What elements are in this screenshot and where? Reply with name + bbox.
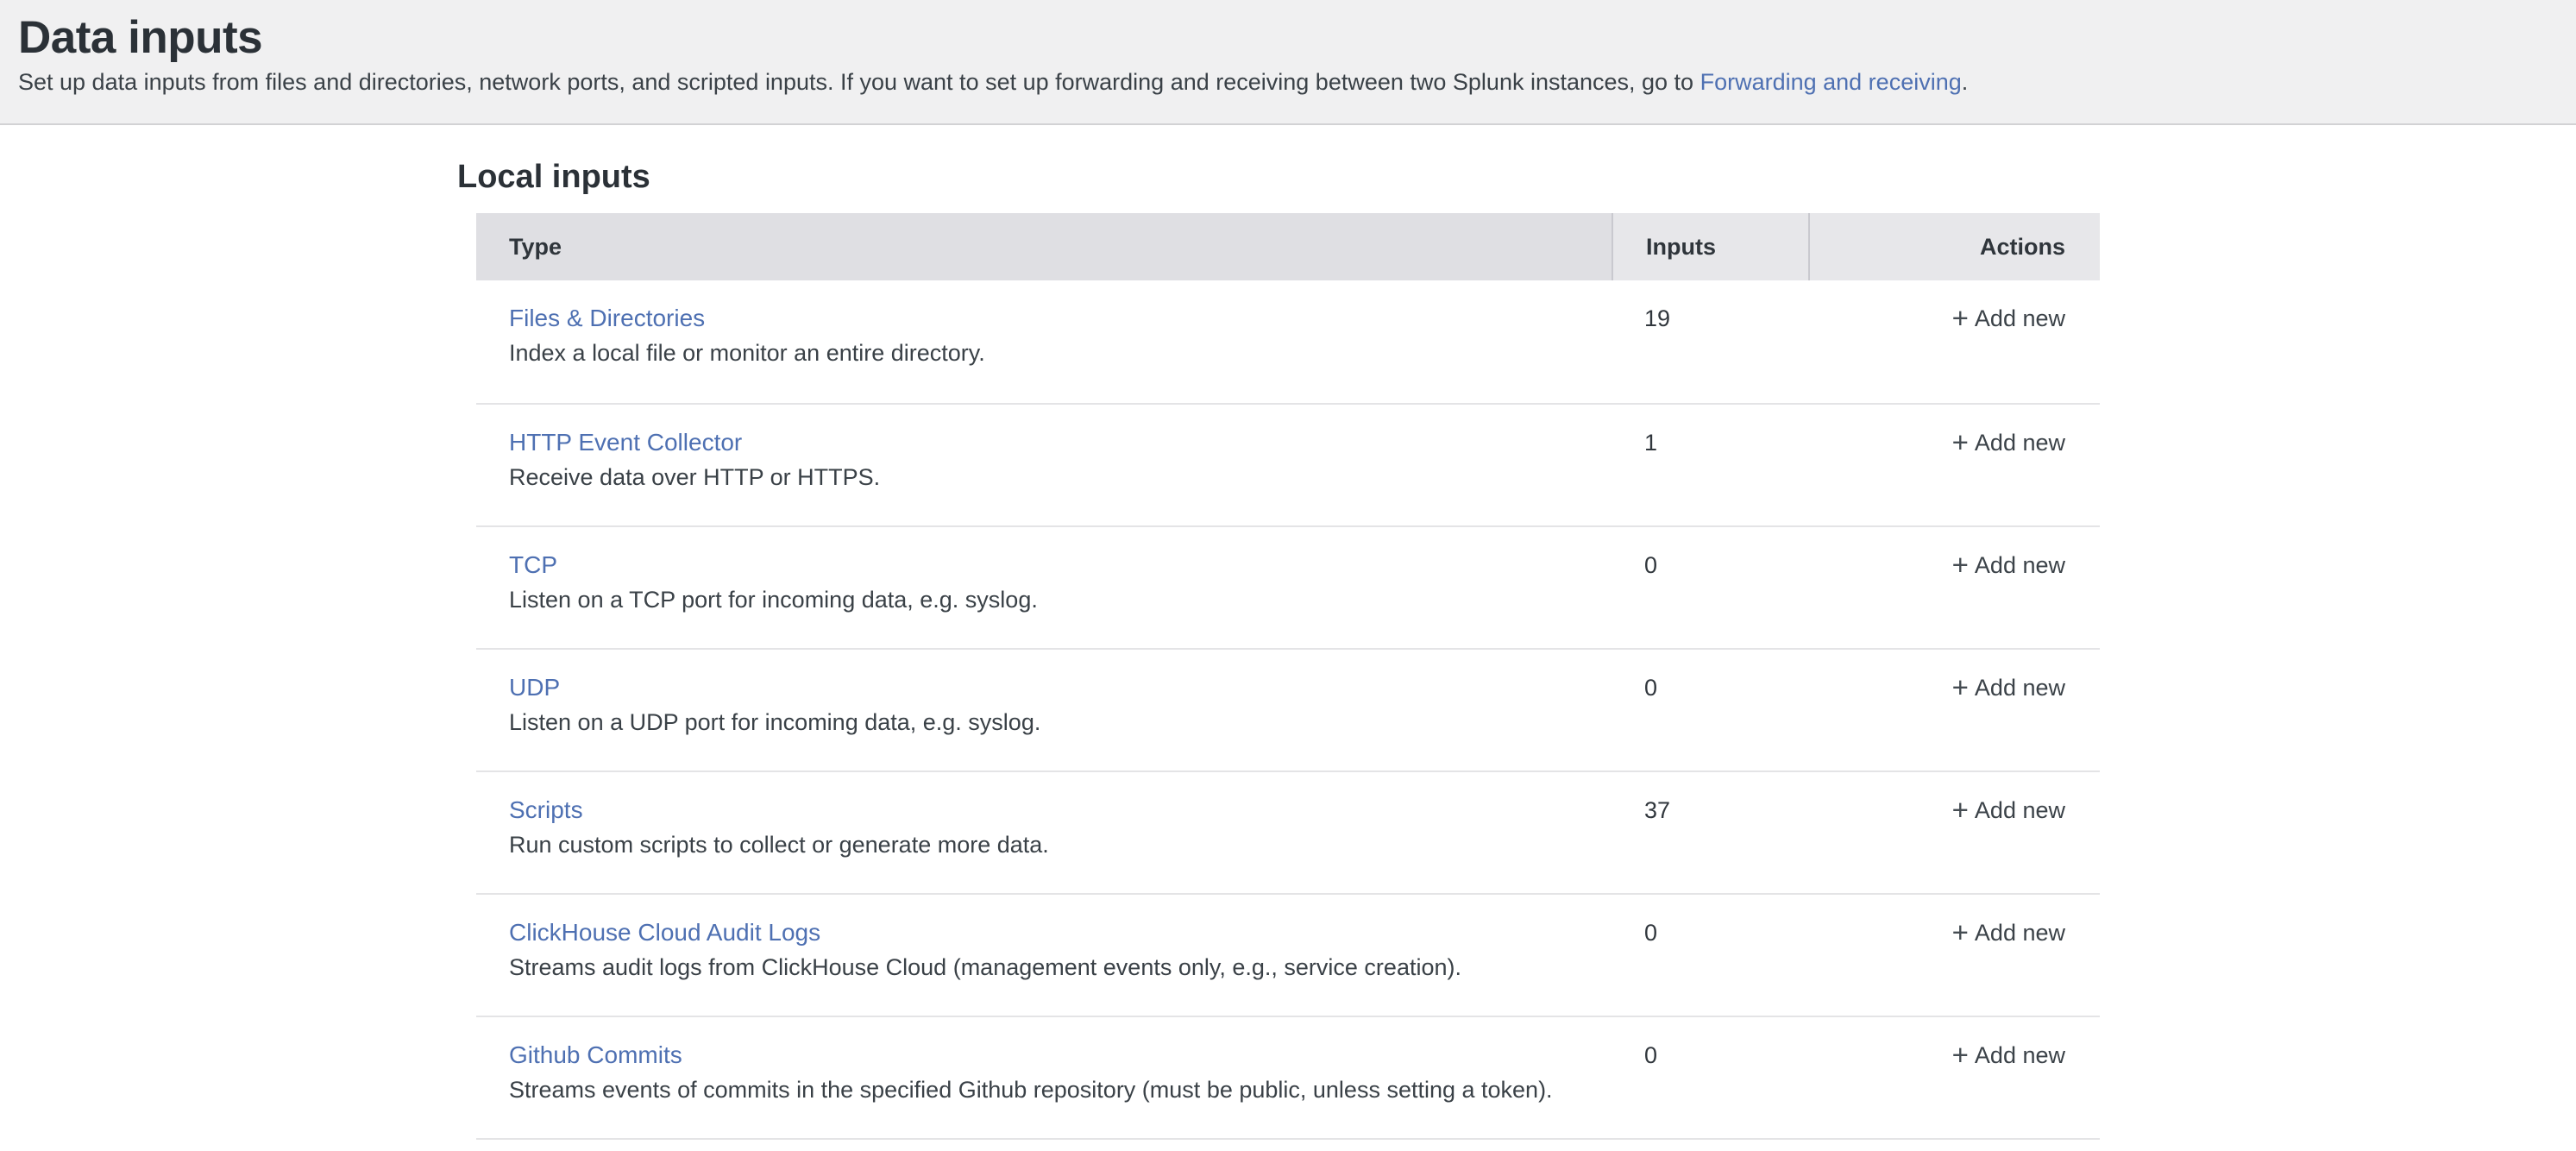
plus-icon: + bbox=[1952, 796, 1969, 824]
table-row: ClickHouse Cloud Audit Logs Streams audi… bbox=[476, 893, 2100, 1016]
input-type-link[interactable]: TCP bbox=[509, 550, 557, 580]
table-row: TCP Listen on a TCP port for incoming da… bbox=[476, 525, 2100, 648]
actions-cell: +Add new bbox=[1808, 1017, 2100, 1138]
add-new-label: Add new bbox=[1975, 675, 2065, 701]
add-new-label: Add new bbox=[1975, 1042, 2065, 1068]
input-count: 0 bbox=[1612, 895, 1808, 1016]
add-new-button[interactable]: +Add new bbox=[1952, 305, 2065, 331]
actions-cell: +Add new bbox=[1808, 527, 2100, 648]
forwarding-and-receiving-link[interactable]: Forwarding and receiving bbox=[1700, 69, 1962, 95]
subtitle-period: . bbox=[1962, 69, 1969, 95]
input-type-description: Receive data over HTTP or HTTPS. bbox=[509, 463, 1594, 492]
input-type-link[interactable]: Scripts bbox=[509, 796, 583, 825]
table-row: Scripts Run custom scripts to collect or… bbox=[476, 770, 2100, 893]
add-new-label: Add new bbox=[1975, 430, 2065, 456]
actions-cell: +Add new bbox=[1808, 895, 2100, 1016]
table-row: HTTP Event Collector Receive data over H… bbox=[476, 403, 2100, 525]
partial-next-row bbox=[476, 1140, 2100, 1151]
plus-icon: + bbox=[1952, 673, 1969, 701]
input-type-description: Run custom scripts to collect or generat… bbox=[509, 831, 1594, 859]
plus-icon: + bbox=[1952, 304, 1969, 332]
content-area: Local inputs Type Inputs Actions Files &… bbox=[0, 125, 2576, 1151]
input-type-description: Listen on a UDP port for incoming data, … bbox=[509, 708, 1594, 737]
table-body: Files & Directories Index a local file o… bbox=[476, 280, 2100, 1140]
type-cell: Scripts Run custom scripts to collect or… bbox=[476, 772, 1612, 893]
actions-cell: +Add new bbox=[1808, 405, 2100, 525]
plus-icon: + bbox=[1952, 550, 1969, 579]
input-type-description: Listen on a TCP port for incoming data, … bbox=[509, 586, 1594, 614]
input-count: 0 bbox=[1612, 527, 1808, 648]
input-count: 0 bbox=[1612, 1017, 1808, 1138]
input-type-link[interactable]: Github Commits bbox=[509, 1041, 682, 1070]
subtitle-text: Set up data inputs from files and direct… bbox=[18, 69, 1700, 95]
actions-cell: +Add new bbox=[1808, 772, 2100, 893]
page-header: Data inputs Set up data inputs from file… bbox=[0, 0, 2576, 125]
add-new-button[interactable]: +Add new bbox=[1952, 430, 2065, 456]
add-new-label: Add new bbox=[1975, 920, 2065, 946]
add-new-button[interactable]: +Add new bbox=[1952, 797, 2065, 823]
input-type-link[interactable]: HTTP Event Collector bbox=[509, 428, 742, 457]
column-header-actions: Actions bbox=[1808, 213, 2100, 280]
type-cell: TCP Listen on a TCP port for incoming da… bbox=[476, 527, 1612, 648]
type-cell: Files & Directories Index a local file o… bbox=[476, 280, 1612, 403]
input-type-link[interactable]: UDP bbox=[509, 673, 560, 702]
local-inputs-table: Type Inputs Actions Files & Directories … bbox=[476, 213, 2100, 1151]
add-new-button[interactable]: +Add new bbox=[1952, 675, 2065, 701]
add-new-label: Add new bbox=[1975, 797, 2065, 823]
plus-icon: + bbox=[1952, 428, 1969, 456]
input-type-link[interactable]: Files & Directories bbox=[509, 304, 705, 333]
input-type-link[interactable]: ClickHouse Cloud Audit Logs bbox=[509, 918, 820, 947]
type-cell: HTTP Event Collector Receive data over H… bbox=[476, 405, 1612, 525]
table-row: Files & Directories Index a local file o… bbox=[476, 280, 2100, 403]
type-cell: UDP Listen on a UDP port for incoming da… bbox=[476, 650, 1612, 770]
table-header-row: Type Inputs Actions bbox=[476, 213, 2100, 280]
column-header-inputs: Inputs bbox=[1612, 213, 1808, 280]
type-cell: ClickHouse Cloud Audit Logs Streams audi… bbox=[476, 895, 1612, 1016]
page-title: Data inputs bbox=[18, 12, 2541, 64]
input-type-description: Streams audit logs from ClickHouse Cloud… bbox=[509, 953, 1594, 982]
add-new-button[interactable]: +Add new bbox=[1952, 920, 2065, 946]
table-row: Github Commits Streams events of commits… bbox=[476, 1016, 2100, 1138]
actions-cell: +Add new bbox=[1808, 650, 2100, 770]
add-new-label: Add new bbox=[1975, 552, 2065, 578]
input-count: 19 bbox=[1612, 280, 1808, 403]
plus-icon: + bbox=[1952, 1041, 1969, 1069]
input-type-description: Index a local file or monitor an entire … bbox=[509, 339, 1594, 368]
local-inputs-heading: Local inputs bbox=[457, 125, 2576, 196]
page-subtitle: Set up data inputs from files and direct… bbox=[18, 69, 2541, 96]
plus-icon: + bbox=[1952, 918, 1969, 947]
type-cell: Github Commits Streams events of commits… bbox=[476, 1017, 1612, 1138]
input-type-description: Streams events of commits in the specifi… bbox=[509, 1076, 1594, 1104]
actions-cell: +Add new bbox=[1808, 280, 2100, 403]
input-count: 0 bbox=[1612, 650, 1808, 770]
input-count: 37 bbox=[1612, 772, 1808, 893]
table-row: UDP Listen on a UDP port for incoming da… bbox=[476, 648, 2100, 770]
column-header-type[interactable]: Type bbox=[476, 213, 1612, 280]
add-new-button[interactable]: +Add new bbox=[1952, 1042, 2065, 1068]
add-new-label: Add new bbox=[1975, 305, 2065, 331]
input-count: 1 bbox=[1612, 405, 1808, 525]
add-new-button[interactable]: +Add new bbox=[1952, 552, 2065, 578]
